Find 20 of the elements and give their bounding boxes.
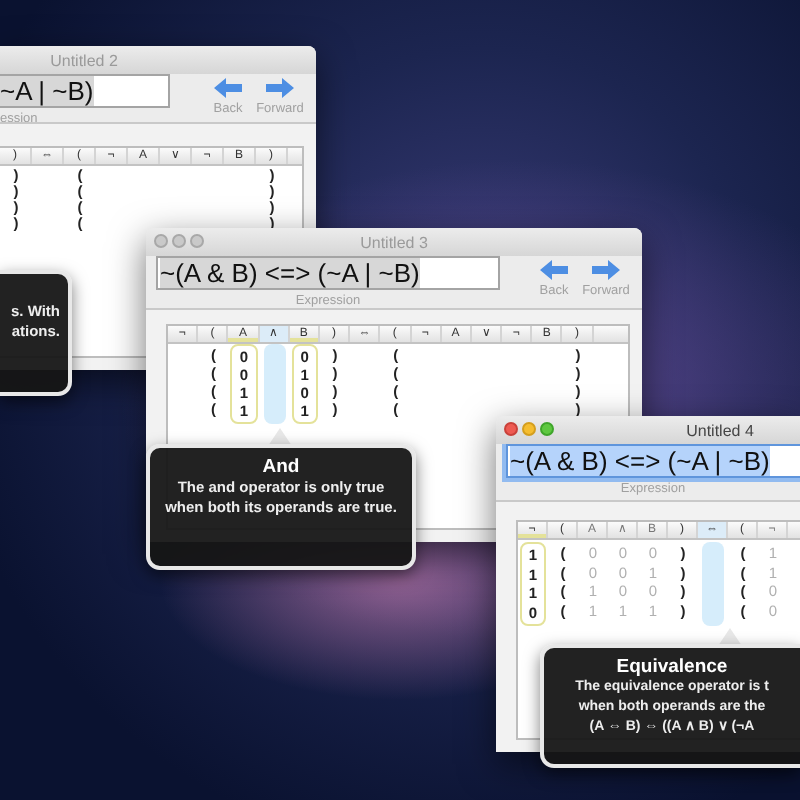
tooltip-title: And: [262, 456, 300, 478]
right-arrow-icon: [592, 260, 620, 280]
expression-field[interactable]: ~(A & B) <=> (~A | ~B): [506, 444, 800, 478]
left-arrow-icon: [214, 78, 242, 98]
left-arrow-icon: [540, 260, 568, 280]
right-arrow-icon: [266, 78, 294, 98]
result-highlight[interactable]: [263, 344, 286, 424]
expression-field[interactable]: ~A | ~B): [0, 74, 170, 108]
close-button[interactable]: [154, 234, 168, 248]
minimize-button[interactable]: [172, 234, 186, 248]
minimize-button[interactable]: [522, 422, 536, 436]
expression-field[interactable]: ~(A & B) <=> (~A | ~B): [156, 256, 500, 290]
result-highlight[interactable]: [702, 542, 724, 626]
window-title: Untitled 3: [360, 233, 428, 251]
close-button[interactable]: [504, 422, 518, 436]
zoom-button[interactable]: [540, 422, 554, 436]
window-title: Untitled 4: [686, 421, 754, 439]
tooltip-title: Equivalence: [616, 656, 728, 678]
zoom-button[interactable]: [190, 234, 204, 248]
window-title: Untitled 2: [50, 51, 118, 69]
